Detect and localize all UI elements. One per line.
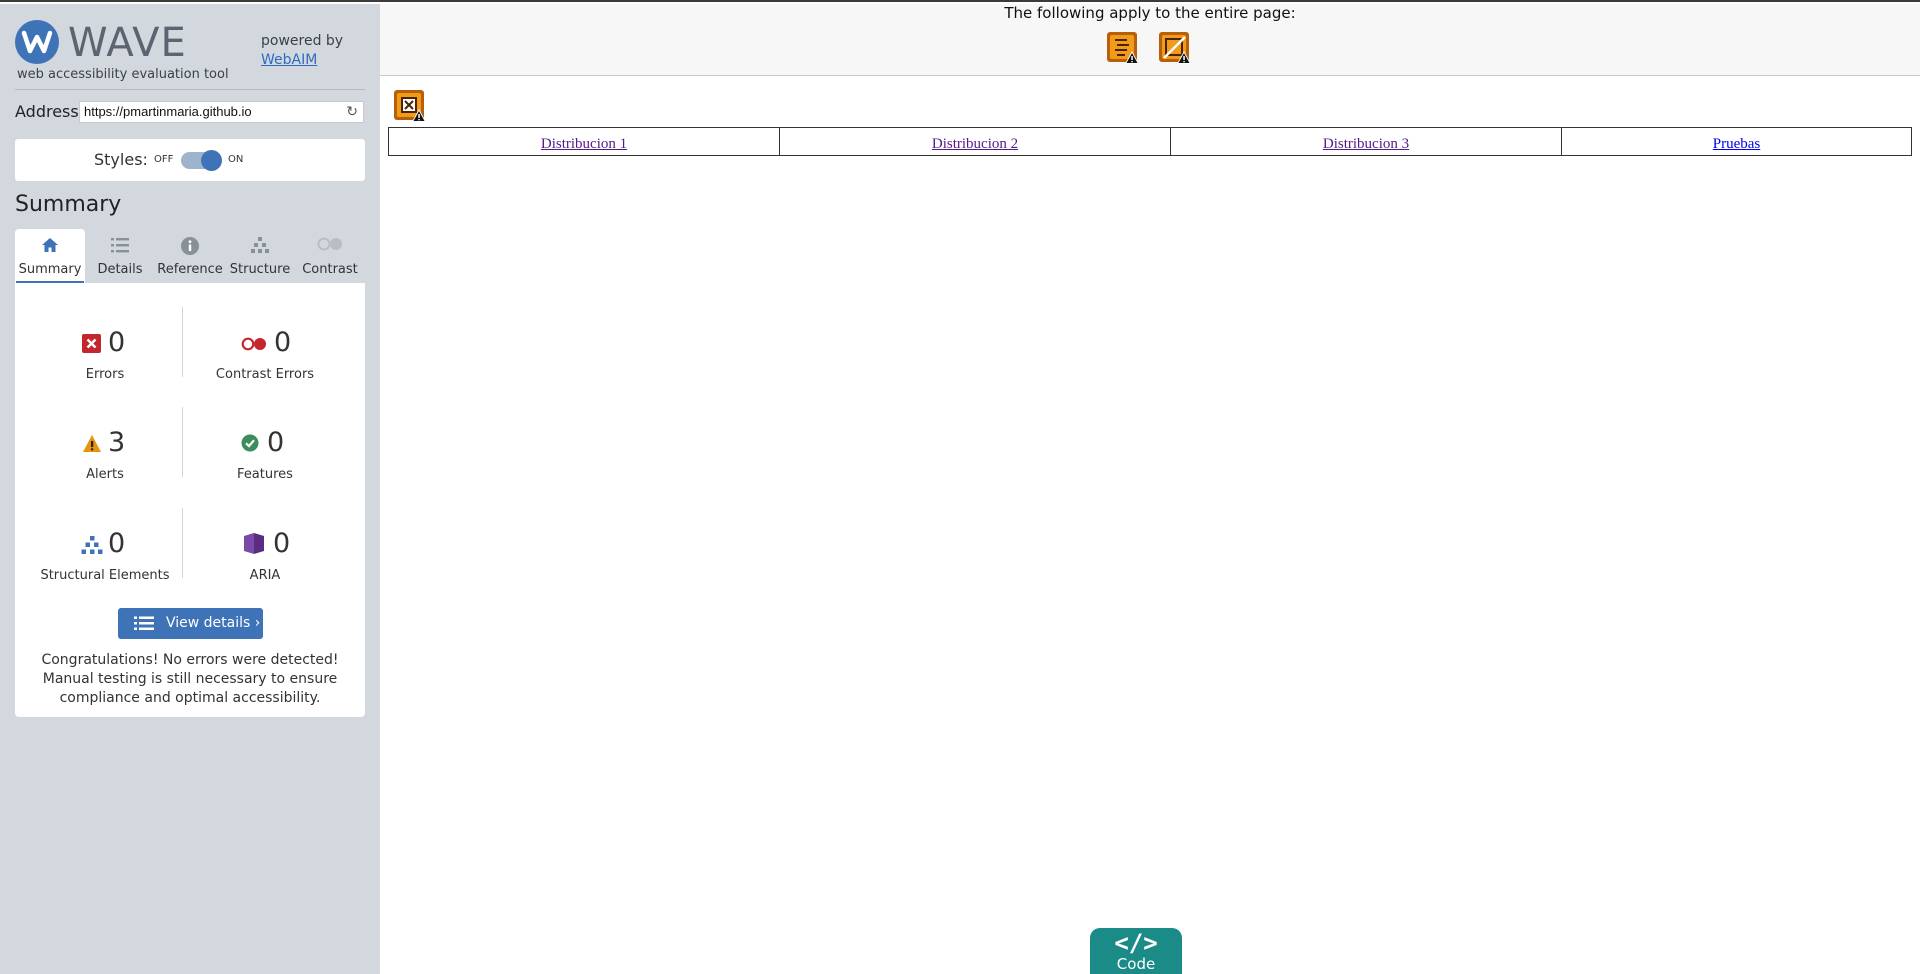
tab-label: Contrast xyxy=(302,262,358,277)
styles-toggle[interactable] xyxy=(181,150,222,171)
stat-divider xyxy=(182,407,183,477)
structural-label: Structural Elements xyxy=(40,568,170,583)
nav-link-distribucion-3[interactable]: Distribucion 3 xyxy=(1323,136,1409,152)
nav-cell: Distribucion 1 xyxy=(389,128,780,155)
view-details-label[interactable]: View details › xyxy=(166,615,260,631)
tab-label: Structure xyxy=(229,262,291,277)
structure-icon xyxy=(81,535,103,559)
powered-by-text: powered by xyxy=(261,33,344,49)
no-heading-structure-alert-icon[interactable] xyxy=(1158,31,1192,65)
missing-title-alert-icon[interactable] xyxy=(1106,31,1140,65)
code-toggle-button[interactable]: </> Code xyxy=(1090,928,1182,974)
alerts-count: 3 xyxy=(108,427,126,458)
summary-panel: Summary Details Reference Structure Cont… xyxy=(15,229,365,717)
tab-label: Details xyxy=(97,262,143,277)
features-label: Features xyxy=(237,467,293,482)
nav-table: Distribucion 1 Distribucion 2 Distribuci… xyxy=(388,127,1912,156)
panel-tabs: Summary Details Reference Structure Cont… xyxy=(15,229,365,283)
page-level-icons-bar: The following apply to the entire page: xyxy=(380,4,1920,76)
code-label: Code xyxy=(1116,955,1156,973)
page-notice: The following apply to the entire page: xyxy=(1004,4,1296,22)
alert-icon xyxy=(82,434,102,457)
address-row: Address: https://pmartinmaria.github.io … xyxy=(15,101,365,125)
powered-by: powered by WebAIM xyxy=(261,32,343,70)
stat-aria[interactable]: 0 ARIA xyxy=(185,528,345,600)
stat-divider xyxy=(182,307,183,377)
stat-features[interactable]: 0 Features xyxy=(185,427,345,499)
styles-off-label: OFF xyxy=(154,154,174,165)
info-icon xyxy=(155,236,225,256)
contrast-error-icon xyxy=(240,336,268,356)
toggle-knob[interactable] xyxy=(201,150,222,171)
address-input[interactable]: https://pmartinmaria.github.io ↻ xyxy=(79,101,364,123)
list-icon xyxy=(134,616,154,631)
divider xyxy=(15,89,365,90)
feature-icon xyxy=(241,434,259,456)
features-count: 0 xyxy=(267,427,285,458)
structural-count: 0 xyxy=(108,528,126,559)
tab-reference[interactable]: Reference xyxy=(155,229,225,283)
address-value[interactable]: https://pmartinmaria.github.io xyxy=(84,104,252,119)
list-icon xyxy=(85,236,155,256)
styles-on-label: ON xyxy=(228,154,244,165)
home-icon xyxy=(15,236,85,256)
tab-details[interactable]: Details xyxy=(85,229,155,283)
contrast-icon xyxy=(295,236,365,256)
aria-icon xyxy=(242,532,266,560)
nav-cell: Distribucion 2 xyxy=(780,128,1171,155)
stat-errors[interactable]: 0 Errors xyxy=(25,327,185,399)
tab-structure[interactable]: Structure xyxy=(225,229,295,283)
wave-logo: WAVE web accessibility evaluation tool p… xyxy=(15,18,365,82)
error-icon xyxy=(82,334,101,357)
structure-icon xyxy=(225,236,295,256)
aria-label: ARIA xyxy=(249,568,281,583)
errors-count: 0 xyxy=(108,327,126,358)
tab-summary[interactable]: Summary xyxy=(15,229,85,283)
stat-divider xyxy=(182,508,183,578)
tab-contrast[interactable]: Contrast xyxy=(295,229,365,283)
nav-link-distribucion-1[interactable]: Distribucion 1 xyxy=(541,136,627,152)
tab-label: Summary xyxy=(18,262,82,277)
wave-logo-icon xyxy=(15,20,59,64)
errors-label: Errors xyxy=(85,367,125,382)
stat-structural-elements[interactable]: 0 Structural Elements xyxy=(25,528,185,600)
tab-label: Reference xyxy=(157,262,223,277)
stat-alerts[interactable]: 3 Alerts xyxy=(25,427,185,499)
aria-count: 0 xyxy=(273,528,291,559)
nav-cell: Pruebas xyxy=(1562,128,1911,155)
view-details-button[interactable]: View details › xyxy=(118,608,263,639)
nav-cell: Distribucion 3 xyxy=(1171,128,1562,155)
congrats-message: Congratulations! No errors were detected… xyxy=(41,652,339,706)
contrast-errors-count: 0 xyxy=(274,327,292,358)
refresh-icon[interactable]: ↻ xyxy=(346,104,358,120)
linked-image-missing-alt-alert-icon[interactable] xyxy=(393,89,427,123)
wave-subtitle: web accessibility evaluation tool xyxy=(17,67,229,82)
address-label: Address: xyxy=(15,102,85,121)
styles-toggle-card: Styles: OFF ON xyxy=(15,139,365,181)
wave-sidebar: WAVE web accessibility evaluation tool p… xyxy=(0,4,380,974)
wave-logo-text: WAVE xyxy=(68,20,187,66)
contrast-errors-label: Contrast Errors xyxy=(215,367,315,382)
webaim-link[interactable]: WebAIM xyxy=(261,52,317,68)
code-icon: </> xyxy=(1114,929,1158,957)
evaluated-page: The following apply to the entire page: xyxy=(380,4,1920,974)
panel-title: Summary xyxy=(15,192,122,217)
nav-link-distribucion-2[interactable]: Distribucion 2 xyxy=(932,136,1018,152)
alerts-label: Alerts xyxy=(86,467,124,482)
nav-link-pruebas[interactable]: Pruebas xyxy=(1713,136,1761,152)
styles-label: Styles: xyxy=(94,150,148,169)
stat-contrast-errors[interactable]: 0 Contrast Errors xyxy=(185,327,345,399)
